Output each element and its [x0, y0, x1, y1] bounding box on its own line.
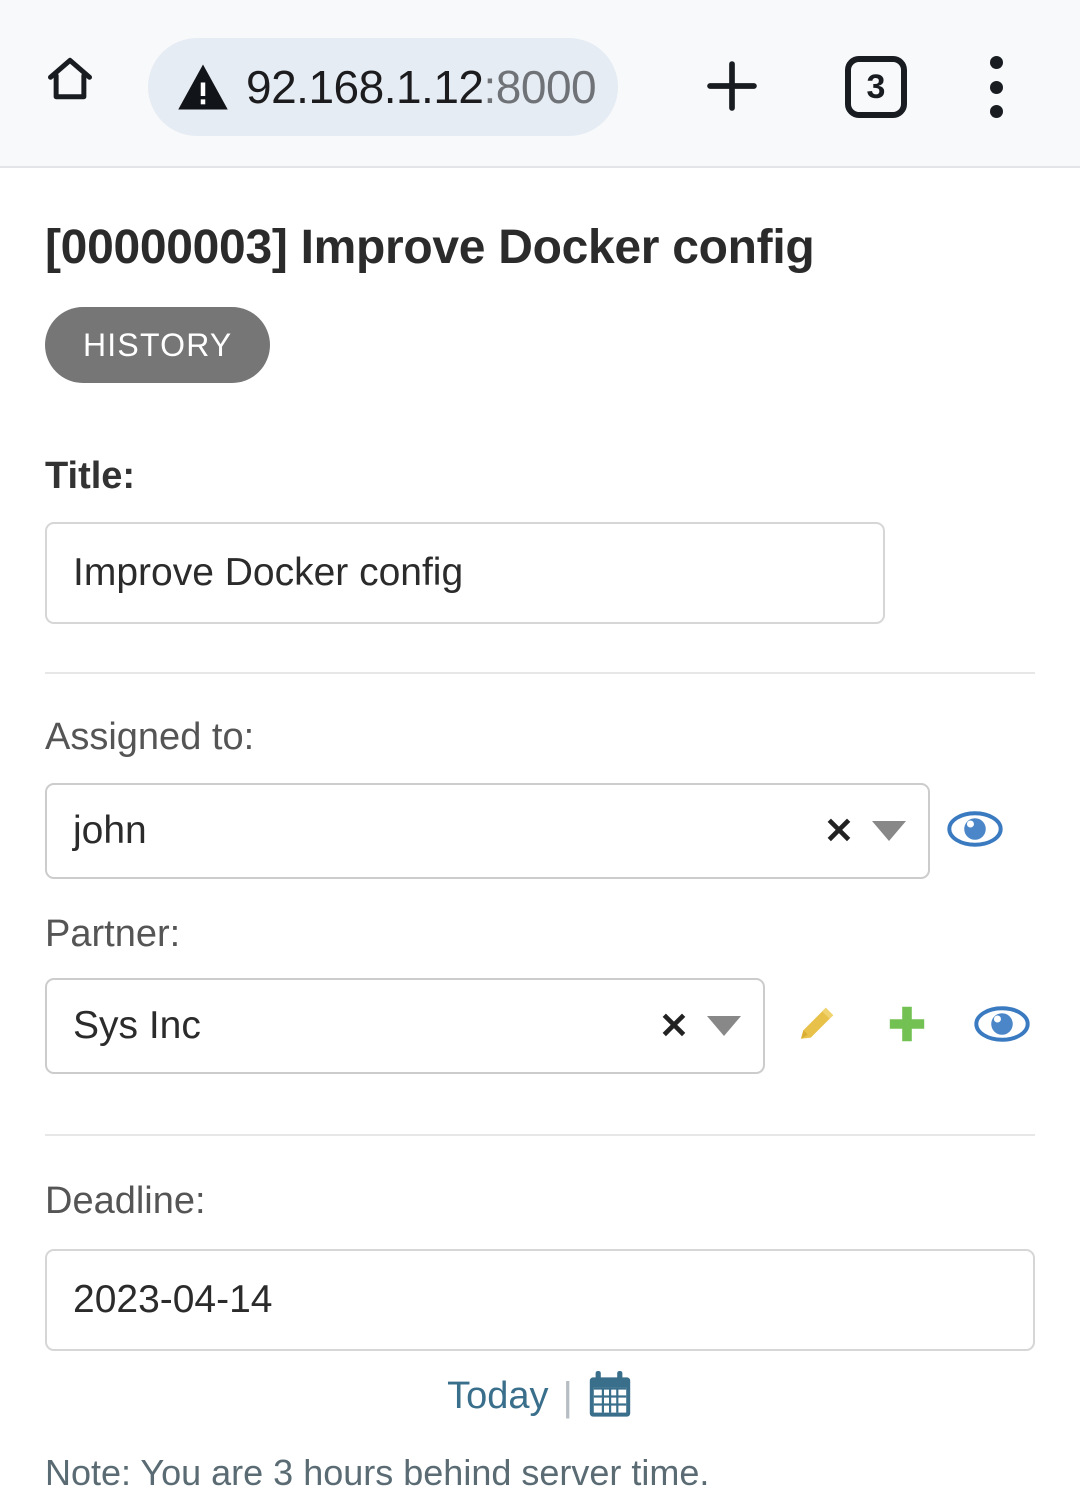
overflow-menu-icon: [989, 105, 1003, 118]
partner-select[interactable]: Sys Inc ✕: [45, 978, 765, 1074]
title-label: Title:: [45, 455, 136, 497]
today-link[interactable]: Today: [447, 1375, 548, 1418]
url-bar[interactable]: 92.168.1.12:8000: [148, 38, 618, 136]
partner-field-block: Partner: Sys Inc ✕: [0, 913, 1080, 1074]
pencil-icon: [793, 1000, 841, 1053]
eye-icon: [973, 1004, 1031, 1049]
new-tab-button[interactable]: [692, 48, 772, 128]
calendar-button[interactable]: [587, 1369, 633, 1424]
partner-view-button[interactable]: [973, 1004, 1031, 1049]
overflow-menu-icon: [989, 80, 1003, 94]
title-input[interactable]: [45, 522, 885, 624]
partner-value: Sys Inc: [73, 1004, 201, 1047]
calendar-icon: [587, 1369, 633, 1424]
plus-icon: [883, 1000, 931, 1053]
url-host: 92.168.1.12: [246, 61, 484, 113]
divider: [45, 1134, 1035, 1136]
partner-edit-button[interactable]: [793, 1000, 841, 1053]
overflow-menu-icon: [989, 56, 1003, 69]
assigned-view-button[interactable]: [946, 809, 1004, 854]
browser-toolbar: 92.168.1.12:8000 3: [0, 0, 1080, 168]
url-text: 92.168.1.12:8000: [246, 60, 597, 114]
title-field-block: Title:: [0, 455, 1080, 624]
home-icon: [44, 53, 96, 110]
shortcut-separator: |: [562, 1374, 573, 1419]
server-time-note: Note: You are 3 hours behind server time…: [45, 1452, 710, 1493]
partner-clear-button[interactable]: ✕: [659, 1008, 707, 1044]
deadline-shortcuts: Today |: [0, 1369, 1080, 1424]
chevron-down-icon[interactable]: [707, 1016, 741, 1036]
assigned-row: john ✕: [0, 783, 1080, 879]
partner-add-button[interactable]: [883, 1000, 931, 1053]
tab-count-label: 3: [866, 67, 886, 106]
deadline-field-block: Deadline: Today |: [0, 1180, 1080, 1494]
plus-icon: [701, 55, 763, 122]
assigned-select[interactable]: john ✕: [45, 783, 930, 879]
browser-menu-button[interactable]: [968, 52, 1024, 122]
deadline-input[interactable]: [45, 1249, 1035, 1351]
partner-label: Partner:: [45, 913, 181, 955]
warning-triangle-icon: [176, 62, 230, 112]
url-port: :8000: [483, 61, 597, 113]
assigned-field-block: Assigned to: john ✕: [0, 716, 1080, 879]
deadline-label: Deadline:: [45, 1180, 206, 1222]
home-button[interactable]: [42, 52, 98, 110]
divider: [45, 672, 1035, 674]
assigned-value: john: [73, 809, 147, 852]
partner-row: Sys Inc ✕: [0, 978, 1080, 1074]
assigned-label: Assigned to:: [45, 716, 255, 758]
page-title: [00000003] Improve Docker config: [45, 221, 815, 274]
assigned-clear-button[interactable]: ✕: [824, 813, 872, 849]
chevron-down-icon[interactable]: [872, 821, 906, 841]
change-form-page: [00000003] Improve Docker config HISTORY…: [0, 168, 1080, 1494]
eye-icon: [946, 809, 1004, 854]
tab-counter-button[interactable]: 3: [845, 56, 907, 118]
history-button[interactable]: HISTORY: [45, 307, 271, 383]
